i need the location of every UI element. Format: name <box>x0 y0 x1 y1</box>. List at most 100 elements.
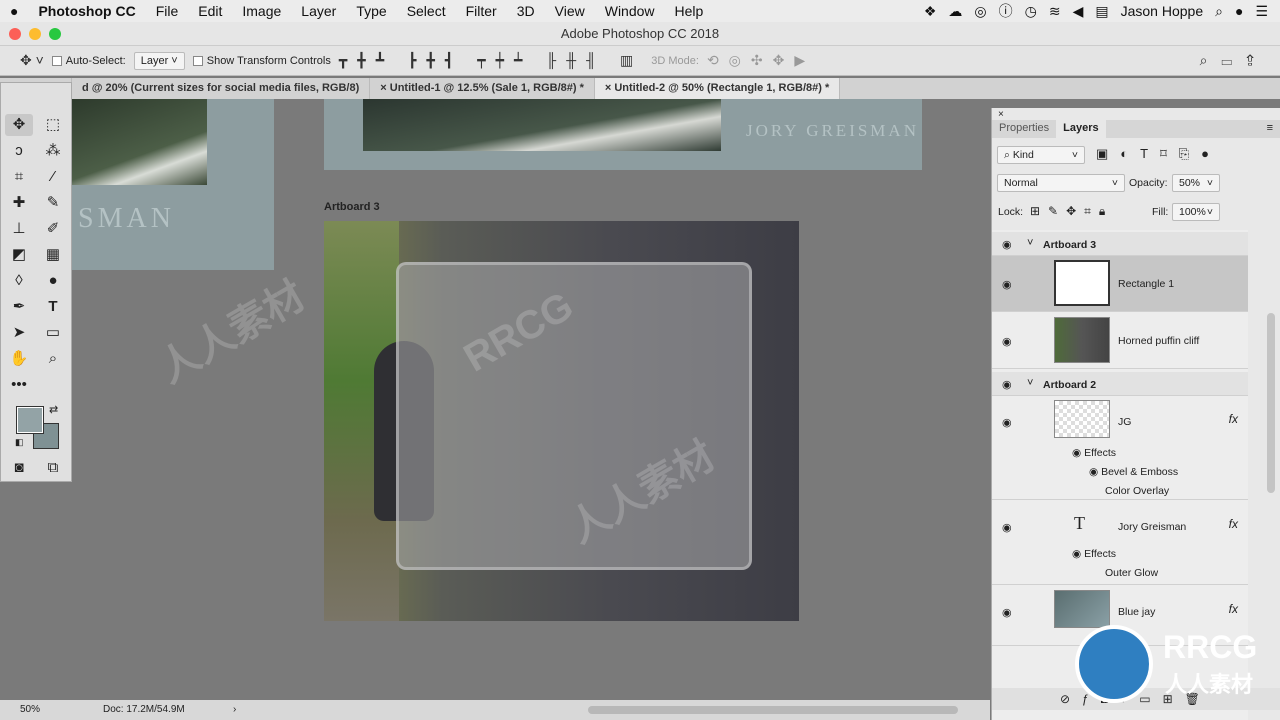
eyedropper-icon[interactable]: ⁄ <box>39 166 67 188</box>
opacity-input[interactable]: 50% ˅ <box>1172 174 1220 192</box>
healing-brush-icon[interactable]: ✚ <box>5 192 33 214</box>
screen-mode-icon[interactable]: ⧉ <box>39 457 67 479</box>
menu-image[interactable]: Image <box>232 3 291 19</box>
rectangle-1-shape[interactable] <box>396 262 752 570</box>
lock-icons[interactable]: ⊞✎✥⌗🔒︎ <box>1030 204 1113 219</box>
swap-colors-icon[interactable]: ⇄ <box>49 403 58 416</box>
tab-properties[interactable]: Properties <box>992 120 1056 138</box>
rectangle-tool-icon[interactable]: ▭ <box>39 322 67 344</box>
status-menu-icon[interactable]: › <box>233 700 236 720</box>
flag-icon[interactable]: ▤ <box>1095 3 1108 20</box>
fx-icon[interactable]: fx <box>1229 412 1238 426</box>
eye-icon[interactable]: ◉ <box>1002 238 1012 251</box>
close-panel-icon[interactable]: × <box>998 109 1004 120</box>
move-tool-icon[interactable]: ✥ ˅ <box>20 52 44 69</box>
panel-menu-icon[interactable]: ≡ <box>1259 120 1280 138</box>
time-machine-icon[interactable]: ◷ <box>1025 3 1037 20</box>
effects-row[interactable]: ◉ Effects <box>1072 548 1116 560</box>
siri-icon[interactable]: ● <box>1235 3 1243 19</box>
zoom-tool-icon[interactable]: ⌕ <box>39 348 67 370</box>
apple-icon[interactable]: ● <box>0 3 28 19</box>
eye-icon[interactable]: ◉ <box>1002 416 1012 429</box>
filter-icons[interactable]: ▣◐T⌑⎘● <box>1096 146 1221 162</box>
dropbox-icon[interactable]: ❖ <box>924 3 937 20</box>
search-icon[interactable]: ⌕ <box>1200 52 1222 68</box>
close-window-button[interactable] <box>9 28 21 40</box>
accessibility-icon[interactable]: ⓘ <box>999 1 1013 21</box>
tab-doc-3[interactable]: × Untitled-2 @ 50% (Rectangle 1, RGB/8#)… <box>594 78 841 99</box>
close-tab-icon[interactable]: × <box>605 82 614 94</box>
move-tool-icon[interactable]: ✥ <box>5 114 33 136</box>
tab-doc-2[interactable]: × Untitled-1 @ 12.5% (Sale 1, RGB/8#) * <box>370 78 595 99</box>
layer-group-artboard-3[interactable]: ◉ ˅ Artboard 3 <box>992 232 1248 256</box>
gradient-tool-icon[interactable]: ▦ <box>39 244 67 266</box>
share-icon[interactable]: ⇪ <box>1246 52 1268 68</box>
menu-help[interactable]: Help <box>665 3 714 19</box>
foreground-color-swatch[interactable] <box>16 406 44 434</box>
zoom-level[interactable]: 50% <box>20 700 40 720</box>
artboard-1-partial[interactable]: JORY GREISMAN <box>324 99 922 170</box>
layer-jory-greisman[interactable]: ◉ T Jory Greisman fx ◉ Effects Outer Glow <box>992 501 1248 585</box>
cloud-icon[interactable]: ☁ <box>948 3 962 20</box>
creative-cloud-icon[interactable]: ◎ <box>974 3 986 20</box>
layer-group-artboard-2[interactable]: ◉ ˅ Artboard 2 <box>992 372 1248 396</box>
artboard-2-partial[interactable]: SMAN <box>72 99 274 270</box>
magic-wand-icon[interactable]: ⁂ <box>39 140 67 162</box>
eye-icon[interactable]: ◉ <box>1002 606 1012 619</box>
menu-view[interactable]: View <box>545 3 595 19</box>
type-tool-icon[interactable]: T <box>39 296 67 318</box>
effect-outer-glow[interactable]: Outer Glow <box>1105 567 1158 579</box>
menu-type[interactable]: Type <box>346 3 396 19</box>
dodge-tool-icon[interactable]: ● <box>39 270 67 292</box>
menu-edit[interactable]: Edit <box>188 3 232 19</box>
blur-tool-icon[interactable]: ◊ <box>5 270 33 292</box>
fill-input[interactable]: 100% ˅ <box>1172 203 1220 221</box>
menu-layer[interactable]: Layer <box>291 3 346 19</box>
layers-scrollbar[interactable] <box>1267 313 1275 493</box>
user-name[interactable]: Jason Hoppe <box>1121 3 1204 19</box>
menu-app[interactable]: Photoshop CC <box>28 3 145 19</box>
tab-doc-1[interactable]: d @ 20% (Current sizes for social media … <box>72 78 371 99</box>
menu-file[interactable]: File <box>146 3 189 19</box>
stamp-tool-icon[interactable]: ⊥ <box>5 218 33 240</box>
eye-icon[interactable]: ◉ <box>1002 278 1012 291</box>
eye-icon[interactable]: ◉ <box>1002 521 1012 534</box>
auto-select-dropdown[interactable]: Layer ˅ <box>133 51 185 70</box>
brush-tool-icon[interactable]: ✎ <box>39 192 67 214</box>
lasso-tool-icon[interactable]: ↄ <box>5 140 33 162</box>
filter-kind-dropdown[interactable]: ⌕ Kind ˅ <box>997 146 1085 164</box>
path-select-icon[interactable]: ➤ <box>5 322 33 344</box>
3d-mode-buttons[interactable]: ⟲◎✣✥▶ <box>707 52 815 69</box>
artboard-3[interactable] <box>324 221 799 621</box>
more-tools-icon[interactable]: ••• <box>5 374 33 396</box>
effects-row[interactable]: ◉ Effects <box>1072 447 1116 459</box>
quick-mask-icon[interactable]: ◙ <box>5 457 33 479</box>
fx-icon[interactable]: fx <box>1229 517 1238 531</box>
layer-horned-puffin-cliff[interactable]: ◉ Horned puffin cliff <box>992 313 1248 369</box>
workspace-icon[interactable]: ▭ <box>1221 52 1246 68</box>
hand-tool-icon[interactable]: ✋ <box>5 348 33 370</box>
horizontal-scrollbar[interactable] <box>588 706 958 714</box>
artboard-3-label[interactable]: Artboard 3 <box>324 201 380 213</box>
menu-select[interactable]: Select <box>397 3 456 19</box>
show-transform-checkbox[interactable]: Show Transform Controls <box>192 55 331 67</box>
tab-layers[interactable]: Layers <box>1056 120 1106 138</box>
layer-jg[interactable]: ◉ JG fx ◉ Effects ◉ Bevel & Emboss Color O… <box>992 396 1248 500</box>
blend-mode-dropdown[interactable]: Normal ˅ <box>997 174 1125 192</box>
close-tab-icon[interactable]: × <box>380 82 389 94</box>
layer-rectangle-1[interactable]: ◉ Rectangle 1 <box>992 256 1248 312</box>
chevron-down-icon[interactable]: ˅ <box>1027 237 1033 249</box>
search-icon[interactable]: ⌕ <box>1215 3 1223 20</box>
crop-tool-icon[interactable]: ⌗ <box>5 166 33 188</box>
menu-filter[interactable]: Filter <box>456 3 507 19</box>
eye-icon[interactable]: ◉ <box>1002 335 1012 348</box>
menu-3d[interactable]: 3D <box>507 3 545 19</box>
effect-color-overlay[interactable]: Color Overlay <box>1105 485 1169 497</box>
align-buttons[interactable]: ┳╋┻ ┣╋┫ ┯┿┷ ╟╫╢ ▥ <box>339 52 643 69</box>
zoom-window-button[interactable] <box>49 28 61 40</box>
chevron-down-icon[interactable]: ˅ <box>1027 377 1033 389</box>
wifi-icon[interactable]: ≋ <box>1049 3 1061 20</box>
fx-icon[interactable]: fx <box>1229 602 1238 616</box>
pen-tool-icon[interactable]: ✒ <box>5 296 33 318</box>
list-icon[interactable]: ☰ <box>1255 3 1268 20</box>
